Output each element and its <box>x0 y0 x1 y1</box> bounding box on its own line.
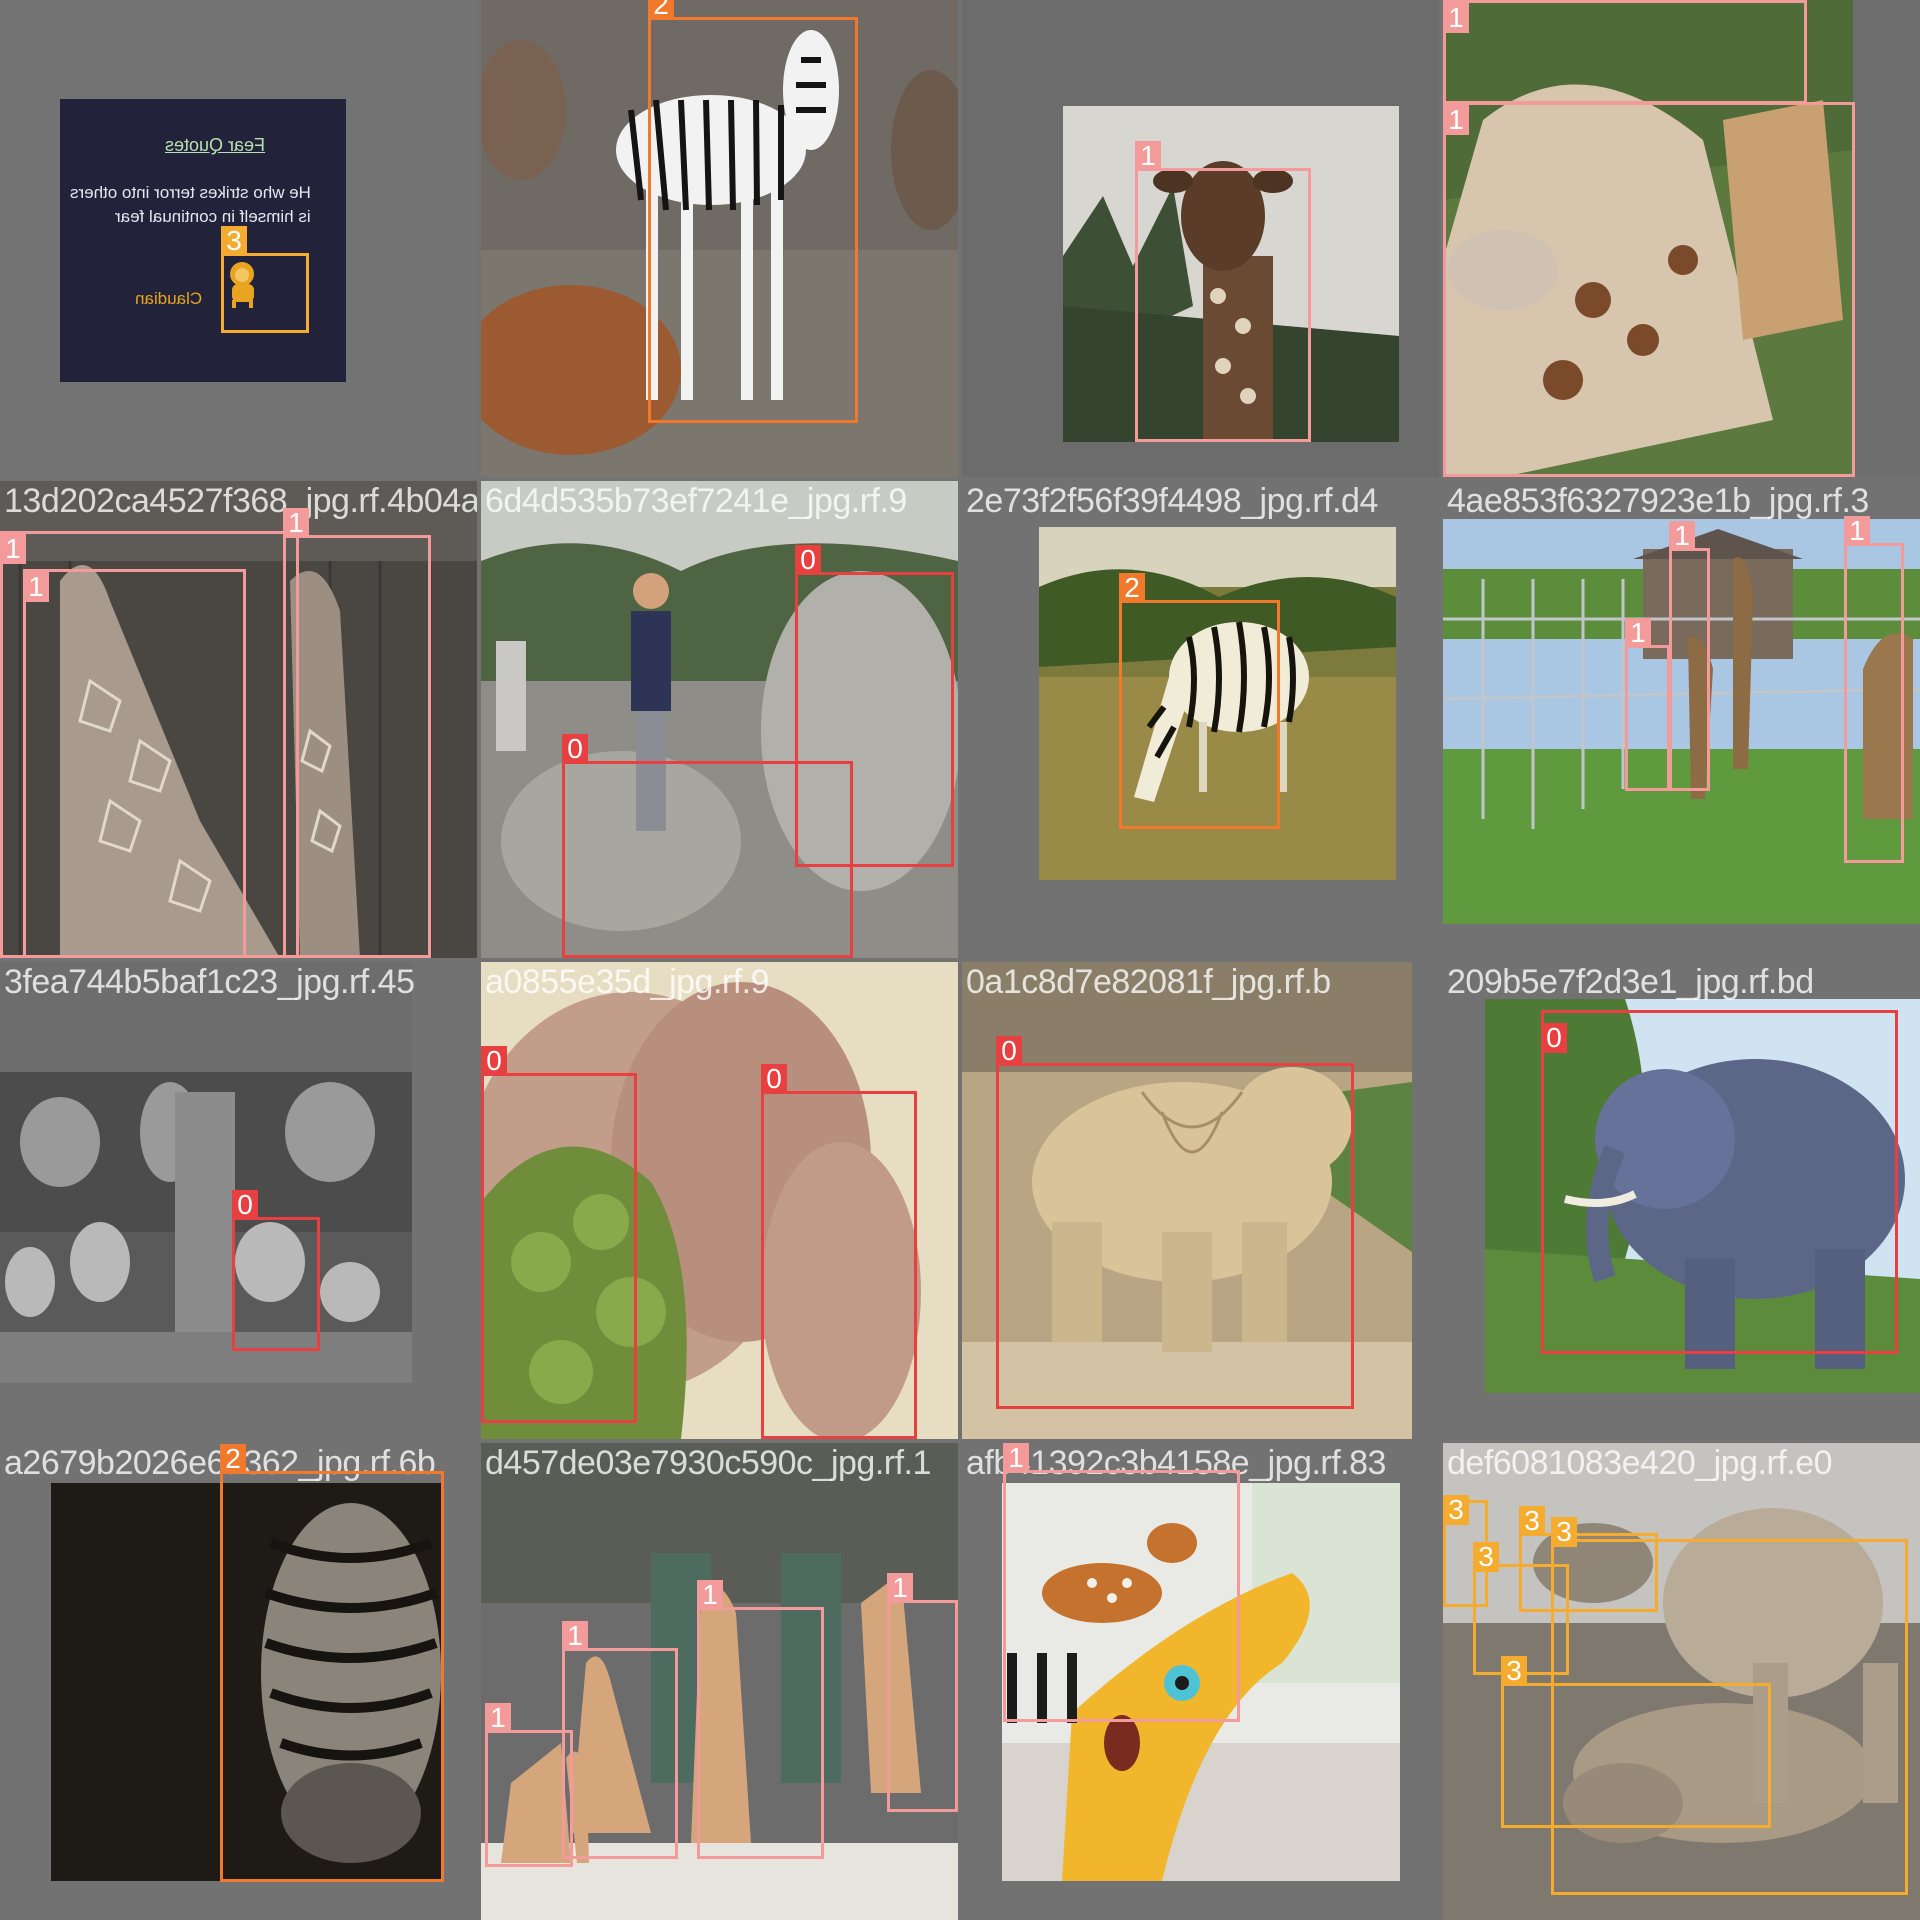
bbox-giraffe[interactable]: 1 <box>1135 141 1311 442</box>
class-label: 1 <box>283 508 309 538</box>
image-filename: 209b5e7f2d3e1_jpg.rf.bd <box>1447 963 1814 1001</box>
quote-line-1: He who strikes terror into others <box>70 183 311 202</box>
quote-card-photo: Fear Quotes He who strikes terror into o… <box>60 99 346 382</box>
class-label: 1 <box>1844 516 1870 546</box>
class-label: 1 <box>1625 618 1651 648</box>
bbox-giraffe-2[interactable]: 1 <box>283 508 431 958</box>
class-label: 3 <box>221 226 247 256</box>
bbox-elephant[interactable]: 0 <box>1541 1010 1898 1354</box>
class-label: 0 <box>1541 1023 1567 1053</box>
bbox-giraffe-left[interactable]: 1 <box>562 1621 678 1859</box>
bbox-stone-elephant[interactable]: 0 <box>996 1036 1354 1409</box>
class-label: 3 <box>1443 1495 1469 1525</box>
tile-temple-relief: 3fea744b5baf1c23_jpg.rf.45 0 <box>0 962 477 1439</box>
tile-zebra-face: a2679b2026e6a362_jpg.rf.6b 2 <box>0 1443 477 1920</box>
quote-author: Claudian <box>135 289 203 308</box>
class-label: 3 <box>1473 1542 1499 1572</box>
bbox-elephant-left[interactable]: 0 <box>481 1046 637 1423</box>
bbox-giraffe-rear[interactable]: 1 <box>1443 0 1807 104</box>
class-label: 1 <box>1443 3 1469 33</box>
image-filename: def6081083e420_jpg.rf.e0 <box>1447 1444 1833 1482</box>
tile-toy-deer: afb41392c3b4158e_jpg.rf.83 1 <box>962 1443 1439 1920</box>
tile-giraffes-fence: 13d202ca4527f368_jpg.rf.4b04a65574e4f724… <box>0 481 477 958</box>
quote-title: Fear Quotes <box>165 135 266 155</box>
image-filename: 6d4d535b73ef7241e_jpg.rf.9 <box>485 482 907 520</box>
image-filename: d457de03e7930c590c_jpg.rf.1 <box>485 1444 931 1482</box>
tile-elephant-eating: 209b5e7f2d3e1_jpg.rf.bd 0 <box>1443 962 1920 1439</box>
image-filename: 13d202ca4527f368_jpg.rf.4b04a65574e4f724… <box>4 482 477 520</box>
tile-stone-elephant: 0a1c8d7e82081f_jpg.rf.b 0 <box>962 962 1439 1439</box>
temple-relief-photo <box>0 962 412 1383</box>
class-label: 2 <box>1119 573 1145 603</box>
class-label: 1 <box>1669 521 1695 551</box>
image-filename: 3fea744b5baf1c23_jpg.rf.45 <box>4 963 415 1001</box>
image-filename: a0855e35d_jpg.rf.9 <box>485 963 770 1001</box>
tile-giraffe-closeup: 1 1 <box>1443 0 1920 477</box>
class-label: 1 <box>697 1580 723 1610</box>
bbox-giraffe-calf[interactable]: 1 <box>485 1703 573 1867</box>
class-label: 1 <box>887 1573 913 1603</box>
tile-grazing-zebra: 2e73f2f56f39f4498_jpg.rf.d4 2 <box>962 481 1439 958</box>
bbox-lion-emblem[interactable]: 3 <box>221 226 309 333</box>
tile-elephants-bush: a0855e35d_jpg.rf.9 0 0 <box>481 962 958 1439</box>
bbox-giraffe-front[interactable]: 1 <box>1443 102 1855 477</box>
class-label: 1 <box>23 572 49 602</box>
class-label: 1 <box>562 1621 588 1651</box>
bbox-elephant-carving[interactable]: 0 <box>232 1190 320 1351</box>
bbox-giraffe-middle[interactable]: 1 <box>697 1580 824 1859</box>
class-label: 0 <box>481 1046 507 1076</box>
bbox-toy-giraffe[interactable]: 1 <box>1003 1443 1240 1722</box>
class-label: 1 <box>0 534 26 564</box>
bbox-giraffe-edge[interactable]: 1 <box>1844 516 1904 863</box>
bbox-zebra[interactable]: 2 <box>220 1444 444 1882</box>
bbox-giraffe-small[interactable]: 1 <box>1625 618 1670 791</box>
class-label: 2 <box>220 1444 246 1474</box>
tile-elephant-statues: 6d4d535b73ef7241e_jpg.rf.9 0 0 <box>481 481 958 958</box>
bbox-giraffe-right[interactable]: 1 <box>887 1573 958 1812</box>
bbox-zebra[interactable]: 2 <box>648 0 858 423</box>
image-filename: 0a1c8d7e82081f_jpg.rf.b <box>966 963 1331 1001</box>
class-label: 0 <box>996 1036 1022 1066</box>
tile-giraffe-enclosure: 4ae853f6327923e1b_jpg.rf.3 1 1 1 <box>1443 481 1920 958</box>
image-filename: 2e73f2f56f39f4498_jpg.rf.d4 <box>966 482 1378 520</box>
class-label: 2 <box>648 0 674 20</box>
class-label: 3 <box>1501 1656 1527 1686</box>
class-label: 1 <box>485 1703 511 1733</box>
bbox-giraffe-3[interactable]: 1 <box>23 569 246 958</box>
tile-giraffes-barn: d457de03e7930c590c_jpg.rf.1 1 1 1 1 <box>481 1443 958 1920</box>
class-label: 0 <box>562 734 588 764</box>
class-label: 1 <box>1135 141 1161 171</box>
bbox-elephant-statue-rear[interactable]: 0 <box>795 545 954 867</box>
bbox-lion-5[interactable]: 3 <box>1501 1656 1771 1828</box>
tile-lions: def6081083e420_jpg.rf.e0 3 3 3 3 3 <box>1443 1443 1920 1920</box>
bbox-giraffe-tall[interactable]: 1 <box>1669 521 1710 791</box>
class-label: 1 <box>1003 1443 1029 1473</box>
bbox-zebra[interactable]: 2 <box>1119 573 1280 829</box>
class-label: 3 <box>1519 1506 1545 1536</box>
image-filename: 4ae853f6327923e1b_jpg.rf.3 <box>1447 482 1869 520</box>
quote-line-2: is himself in continual fear <box>115 207 311 226</box>
class-label: 3 <box>1551 1517 1577 1547</box>
tile-zebra-zoo: 2 <box>481 0 958 477</box>
class-label: 0 <box>761 1064 787 1094</box>
bbox-elephant-right[interactable]: 0 <box>761 1064 917 1439</box>
detection-mosaic: Fear Quotes He who strikes terror into o… <box>0 0 1920 1920</box>
class-label: 1 <box>1443 105 1469 135</box>
class-label: 0 <box>232 1190 258 1220</box>
tile-giraffe-forest: 1 <box>962 0 1439 477</box>
class-label: 0 <box>795 545 821 575</box>
tile-quote-card: Fear Quotes He who strikes terror into o… <box>0 0 477 477</box>
